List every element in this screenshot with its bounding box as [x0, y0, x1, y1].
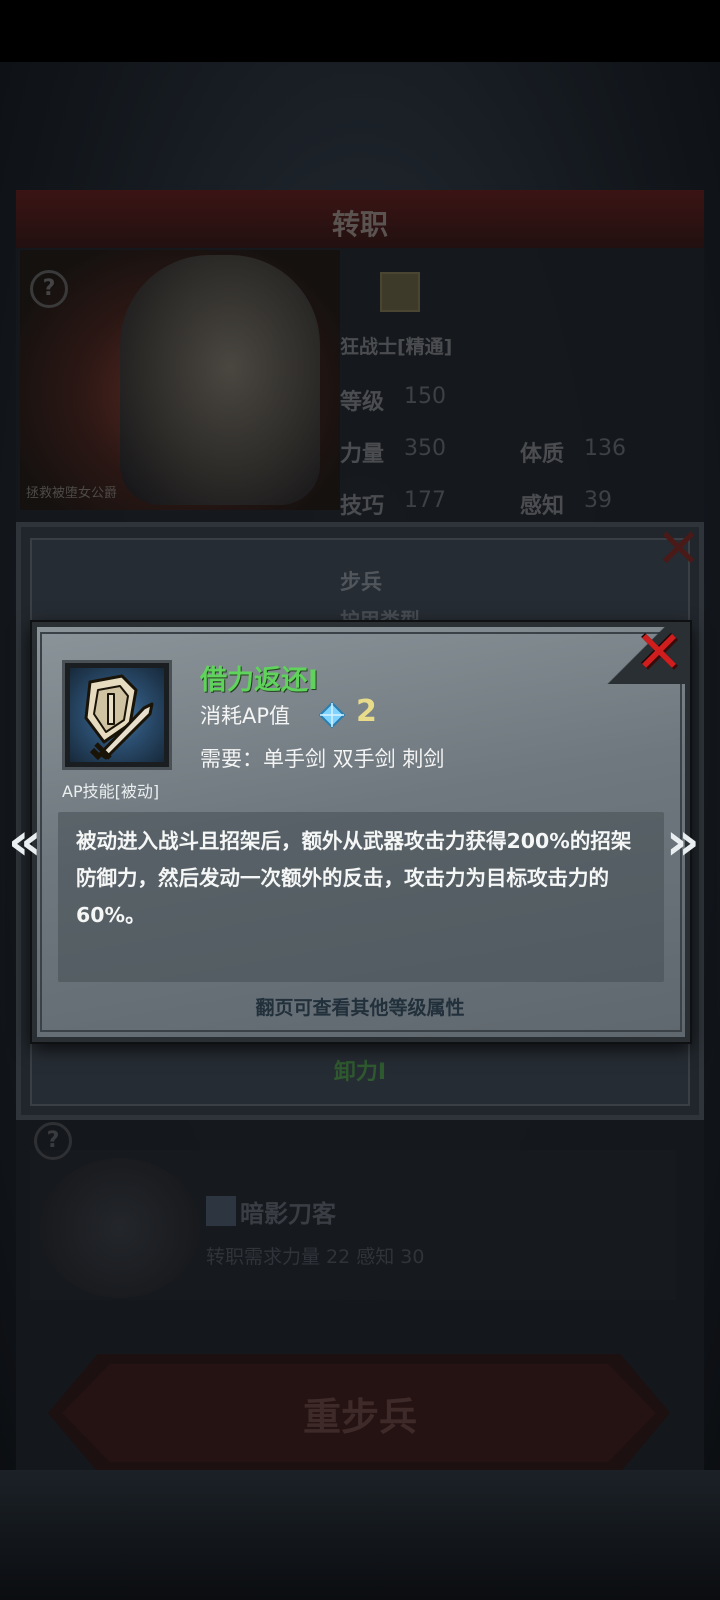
current-job-name: 狂战士[精通] [340, 336, 453, 358]
stat-value-constitution: 136 [584, 436, 626, 461]
shield-sword-icon [70, 668, 164, 762]
status-bar-area [0, 0, 720, 62]
stat-value-perception: 39 [584, 488, 612, 513]
stat-label-level: 等级 [340, 390, 385, 415]
job-icon [380, 272, 420, 312]
page-hint: 翻页可查看其他等级属性 [255, 997, 465, 1019]
job-card-help-icon[interactable]: ? [34, 1122, 72, 1160]
job-change-title: 转职 [331, 208, 388, 241]
bottom-strip [0, 1470, 720, 1600]
stat-label-skill: 技巧 [340, 494, 385, 519]
job-card-requirement: 转职需求力量 22 感知 30 [206, 1246, 425, 1268]
prev-page-arrow-icon[interactable]: « [8, 816, 42, 868]
stat-label-strength: 力量 [340, 442, 385, 467]
skill-category-label: AP技能[被动] [62, 782, 160, 801]
ap-cost-value: 2 [356, 694, 377, 729]
skill-description: 被动进入战斗且招架后，额外从武器攻击力获得200%的招架防御力，然后发动一次额外… [76, 829, 632, 927]
next-page-arrow-icon[interactable]: » [666, 816, 700, 868]
character-portrait [120, 255, 320, 505]
stat-value-strength: 350 [404, 436, 446, 461]
weapon-requirement: 需要：单手剑 双手剑 刺剑 [200, 747, 445, 771]
help-icon[interactable]: ? [30, 270, 68, 308]
ap-cost-label: 消耗AP值 [200, 704, 291, 728]
class-detail-close-icon[interactable]: ✕ [656, 522, 701, 576]
class-skill-name[interactable]: 卸力I [0, 1054, 720, 1086]
class-type-label: 步兵 [340, 570, 382, 594]
confirm-job-button-label: 重步兵 [302, 1395, 417, 1439]
close-icon[interactable]: ✕ [630, 623, 688, 684]
job-card-avatar [40, 1158, 200, 1298]
stat-value-level: 150 [404, 384, 446, 409]
ap-gem-icon [318, 701, 346, 729]
portrait-caption: 拯救被堕女公爵 [26, 486, 118, 501]
stat-label-perception: 感知 [520, 494, 565, 519]
stat-label-constitution: 体质 [520, 442, 565, 467]
job-card-name: 暗影刀客 [240, 1200, 336, 1228]
stat-value-skill: 177 [404, 488, 446, 513]
job-card-icon [206, 1196, 236, 1226]
skill-name: 借力返还I [200, 665, 319, 696]
